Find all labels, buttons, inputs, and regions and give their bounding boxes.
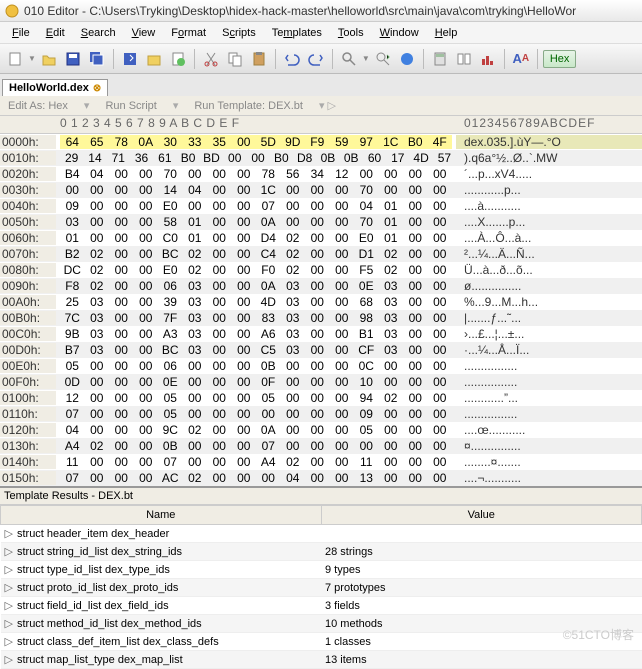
template-row[interactable]: ▷struct string_id_list dex_string_ids28 …	[1, 543, 642, 561]
separator	[194, 49, 195, 69]
hex-row[interactable]: 00C0h:9B030000A3030000A6030000B1030000›.…	[0, 326, 642, 342]
template-row[interactable]: ▷struct type_id_list dex_type_ids9 types	[1, 561, 642, 579]
undo-button[interactable]	[281, 48, 303, 70]
template-row[interactable]: ▷struct field_id_list dex_field_ids3 fie…	[1, 597, 642, 615]
menu-edit[interactable]: Edit	[38, 24, 73, 42]
app-icon	[4, 3, 20, 19]
hex-row[interactable]: 0010h:2914713661B0BD0000B0D80B0B60174D57…	[0, 150, 642, 166]
close-icon[interactable]: ⊗	[93, 83, 101, 94]
col-value[interactable]: Value	[321, 506, 642, 525]
hex-row[interactable]: 00F0h:0D0000000E0000000F00000010000000..…	[0, 374, 642, 390]
hex-editor[interactable]: 0000h:6465780A303335005D9DF959971CB04Fde…	[0, 134, 642, 486]
window-title: 010 Editor - C:\Users\Tryking\Desktop\hi…	[24, 4, 576, 18]
goto-button[interactable]	[372, 48, 394, 70]
redo-button[interactable]	[305, 48, 327, 70]
hex-row[interactable]: 0020h:B4040000700000007856341200000000´.…	[0, 166, 642, 182]
calc-button[interactable]	[429, 48, 451, 70]
hex-mode-button[interactable]: Hex	[543, 50, 577, 68]
toolbar: ▼ ▼ AA Hex	[0, 44, 642, 74]
tabbar: HelloWorld.dex ⊗	[0, 74, 642, 96]
hex-row[interactable]: 0060h:01000000C0010000D4020000E0010000..…	[0, 230, 642, 246]
saveall-button[interactable]	[86, 48, 108, 70]
copy-button[interactable]	[224, 48, 246, 70]
template-row[interactable]: ▷struct proto_id_list dex_proto_ids7 pro…	[1, 579, 642, 597]
bookmark-button[interactable]	[396, 48, 418, 70]
template-row[interactable]: ▷struct method_id_list dex_method_ids10 …	[1, 615, 642, 633]
separator	[423, 49, 424, 69]
hex-row[interactable]: 0030h:00000000140400001C00000070000000..…	[0, 182, 642, 198]
hex-row[interactable]: 00B0h:7C0300007F0300008303000098030000|.…	[0, 310, 642, 326]
separator	[275, 49, 276, 69]
template-row[interactable]: ▷struct map_list_type dex_map_list13 ite…	[1, 651, 642, 669]
compare-button[interactable]	[453, 48, 475, 70]
template-header: Template Results - DEX.bt	[0, 488, 642, 505]
hex-row[interactable]: 0150h:07000000AC0200000004000013000000..…	[0, 470, 642, 486]
hex-row[interactable]: 0050h:03000000580100000A00000070010000..…	[0, 214, 642, 230]
edit-as-label[interactable]: Edit As: Hex	[8, 100, 68, 112]
dropdown-icon[interactable]: ▼	[28, 54, 36, 63]
menubar: File Edit Search View Format Scripts Tem…	[0, 22, 642, 44]
menu-templates[interactable]: Templates	[264, 24, 330, 42]
run-script-label[interactable]: Run Script	[105, 100, 156, 112]
export-button[interactable]	[143, 48, 165, 70]
template-row[interactable]: ▷struct header_item dex_header	[1, 525, 642, 543]
revert-button[interactable]	[167, 48, 189, 70]
menu-tools[interactable]: Tools	[330, 24, 372, 42]
hex-row[interactable]: 0140h:1100000007000000A402000011000000..…	[0, 454, 642, 470]
separator	[537, 49, 538, 69]
template-row[interactable]: ▷struct class_def_item_list dex_class_de…	[1, 633, 642, 651]
hex-row[interactable]: 0040h:09000000E00000000700000004010000..…	[0, 198, 642, 214]
hex-row[interactable]: 0110h:07000000050000000000000009000000..…	[0, 406, 642, 422]
separator	[113, 49, 114, 69]
menu-view[interactable]: View	[124, 24, 164, 42]
cut-button[interactable]	[200, 48, 222, 70]
tab-label: HelloWorld.dex	[9, 82, 89, 94]
menu-window[interactable]: Window	[372, 24, 427, 42]
hex-row[interactable]: 00D0h:B7030000BC030000C5030000CF030000·.…	[0, 342, 642, 358]
menu-format[interactable]: Format	[163, 24, 214, 42]
hex-row[interactable]: 0100h:12000000050000000500000094020000..…	[0, 390, 642, 406]
open-button[interactable]	[38, 48, 60, 70]
save-button[interactable]	[62, 48, 84, 70]
hex-row[interactable]: 0000h:6465780A303335005D9DF959971CB04Fde…	[0, 134, 642, 150]
hex-row[interactable]: 00E0h:05000000060000000B0000000C000000..…	[0, 358, 642, 374]
hex-row[interactable]: 0080h:DC020000E0020000F0020000F5020000Ü.…	[0, 262, 642, 278]
paste-button[interactable]	[248, 48, 270, 70]
hex-row[interactable]: 00A0h:25030000390300004D03000068030000%.…	[0, 294, 642, 310]
edit-subbar: Edit As: Hex▾ Run Script▾ Run Template: …	[0, 96, 642, 116]
hex-row[interactable]: 0090h:F8020000060300000A0300000E030000ø.…	[0, 278, 642, 294]
separator	[504, 49, 505, 69]
menu-search[interactable]: Search	[73, 24, 124, 42]
template-table[interactable]: Name Value ▷struct header_item dex_heade…	[0, 505, 642, 669]
separator	[332, 49, 333, 69]
ascii-columns: 0123456789ABCDEF	[456, 116, 642, 133]
hist-button[interactable]	[477, 48, 499, 70]
font-button[interactable]: AA	[510, 48, 532, 70]
col-name[interactable]: Name	[1, 506, 322, 525]
menu-file[interactable]: File	[4, 24, 38, 42]
find-button[interactable]	[338, 48, 360, 70]
run-template-label[interactable]: Run Template: DEX.bt	[194, 100, 303, 112]
byte-columns: 0 1 2 3 4 5 6 7 8 9 A B C D E F	[56, 116, 456, 133]
hex-row[interactable]: 0120h:040000009C0200000A00000005000000..…	[0, 422, 642, 438]
titlebar: 010 Editor - C:\Users\Tryking\Desktop\hi…	[0, 0, 642, 22]
menu-help[interactable]: Help	[427, 24, 466, 42]
saveas-button[interactable]	[119, 48, 141, 70]
hex-header: 0 1 2 3 4 5 6 7 8 9 A B C D E F 01234567…	[0, 116, 642, 134]
dropdown-icon[interactable]: ▼	[362, 54, 370, 63]
hex-row[interactable]: 0130h:A40200000B0000000700000000000000¤.…	[0, 438, 642, 454]
menu-scripts[interactable]: Scripts	[214, 24, 264, 42]
template-results: Template Results - DEX.bt Name Value ▷st…	[0, 486, 642, 669]
hex-row[interactable]: 0070h:B2020000BC020000C4020000D1020000².…	[0, 246, 642, 262]
file-tab[interactable]: HelloWorld.dex ⊗	[2, 79, 108, 96]
watermark: ©51CTO博客	[563, 626, 634, 643]
new-button[interactable]	[4, 48, 26, 70]
